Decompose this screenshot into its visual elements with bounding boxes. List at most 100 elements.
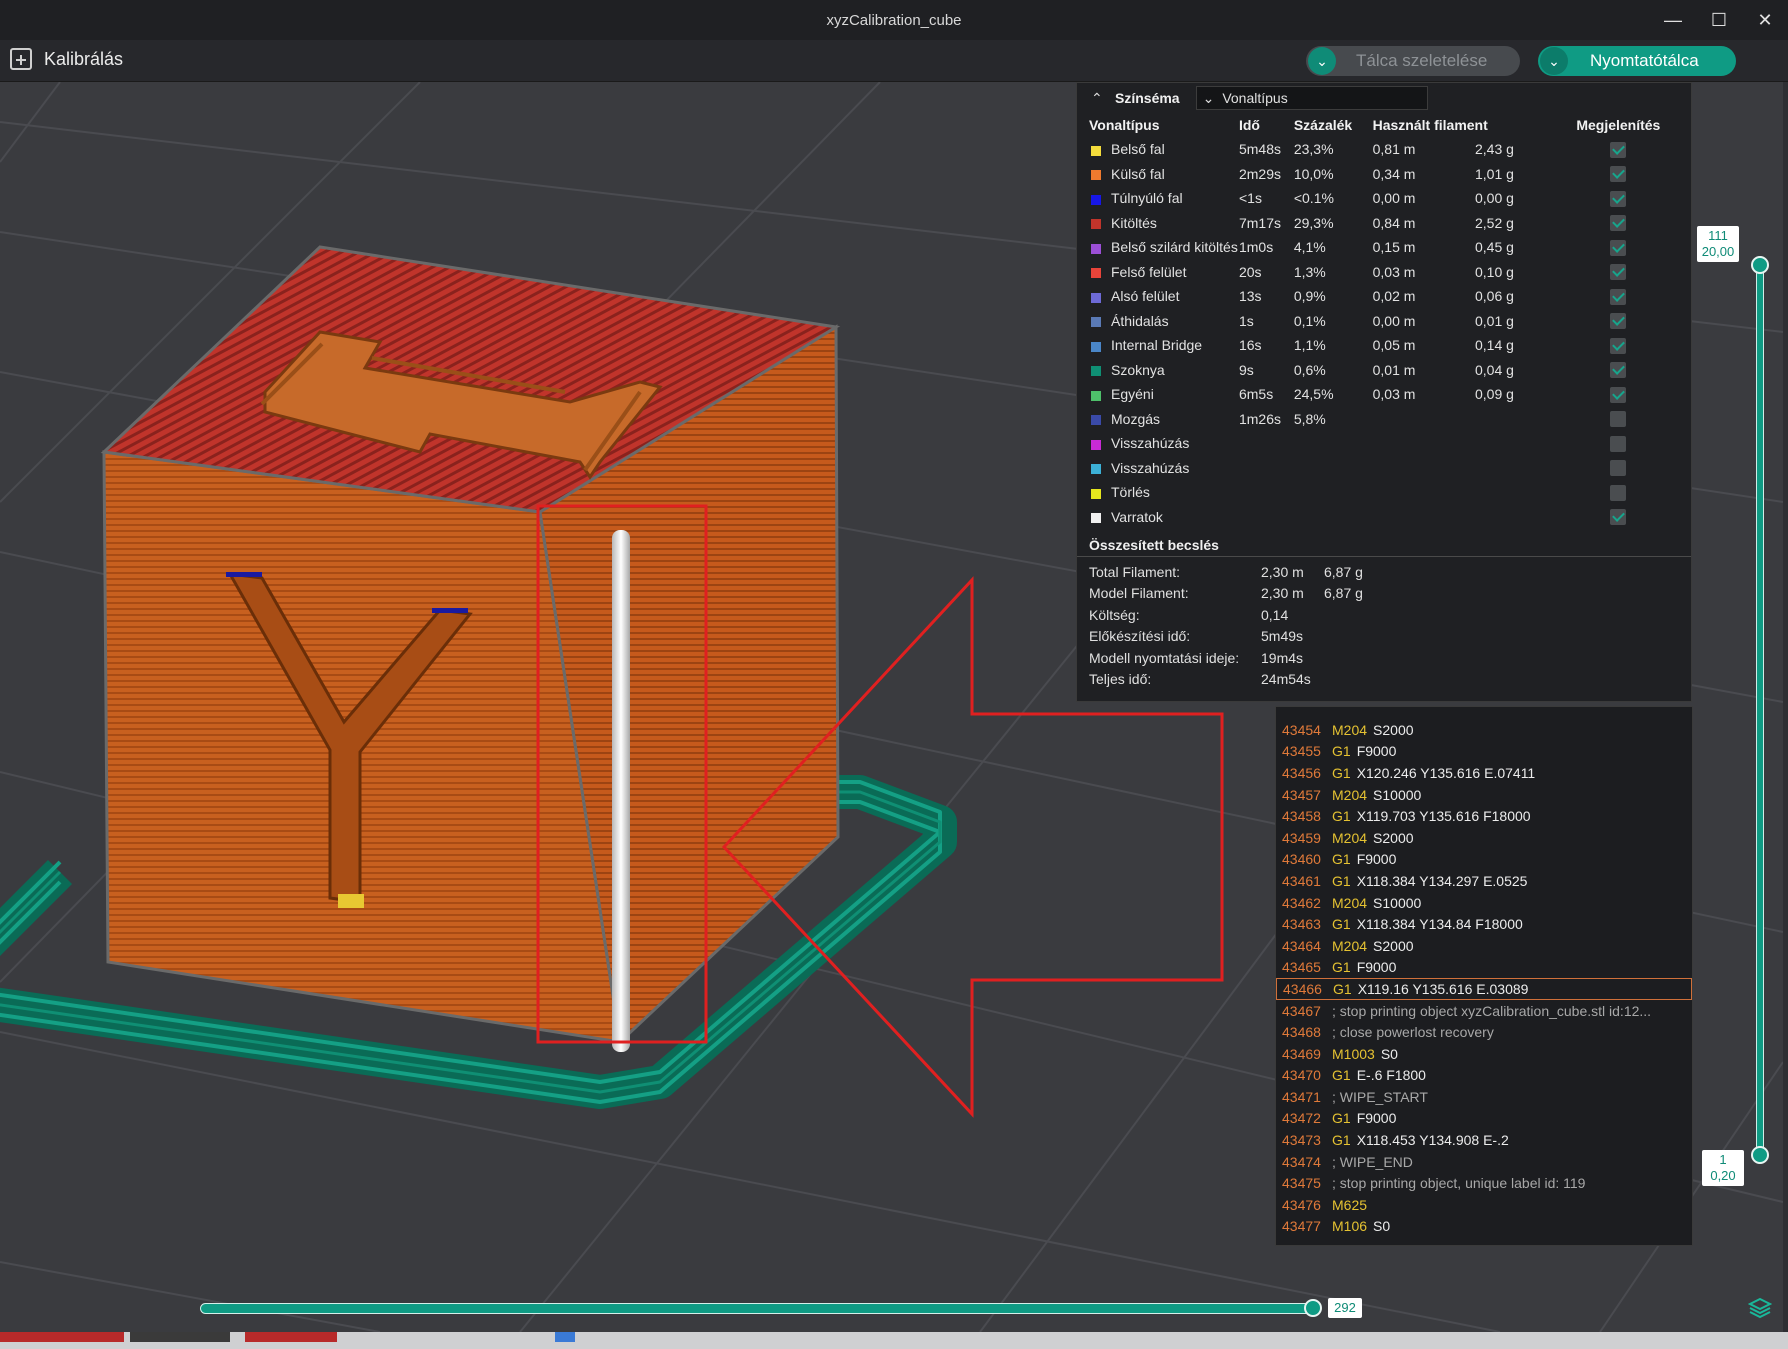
gcode-line[interactable]: 43468 ; close powerlost recovery [1276, 1021, 1692, 1043]
summary-row: Total Filament: 2,30 m 6,87 g [1089, 561, 1691, 583]
visibility-checkbox[interactable] [1610, 386, 1627, 403]
view-type-dropdown[interactable]: ⌄ Vonaltípus [1195, 86, 1428, 110]
gcode-line[interactable]: 43462 M204 S10000 [1276, 892, 1692, 914]
gcode-viewer[interactable]: 43454 M204 S2000 43455 G1 F9000 43456 G1 X120.24… [1275, 706, 1693, 1246]
summary-v1: 2,30 m [1261, 585, 1304, 602]
move-slider-value: 292 [1328, 1298, 1362, 1318]
legend-cell-weight [1475, 456, 1576, 481]
visibility-checkbox[interactable] [1610, 190, 1627, 207]
chevron-down-icon[interactable]: ⌄ [1308, 47, 1336, 75]
gcode-line[interactable]: 43458 G1 X119.703 Y135.616 F18000 [1276, 805, 1692, 827]
summary-v1: 5m49s [1261, 628, 1304, 645]
legend-row: Törlés [1077, 480, 1691, 505]
gcode-line[interactable]: 43470 G1 E-.6 F1800 [1276, 1065, 1692, 1087]
move-slider-handle[interactable] [1304, 1299, 1322, 1317]
visibility-checkbox[interactable] [1610, 337, 1627, 354]
close-icon[interactable]: ✕ [1742, 0, 1788, 40]
gcode-line[interactable]: 43455 G1 F9000 [1276, 741, 1692, 763]
legend-cell-time: 16s [1238, 337, 1262, 354]
gcode-cmd: M106 [1332, 1218, 1368, 1235]
gcode-line[interactable]: 43474 ; WIPE_END [1276, 1151, 1692, 1173]
calibrate-button[interactable]: Kalibrálás [10, 48, 123, 70]
layer-slider-bottom-handle[interactable] [1751, 1146, 1769, 1164]
visibility-checkbox[interactable] [1610, 239, 1627, 256]
gcode-line[interactable]: 43475 ; stop printing object, unique labe… [1276, 1172, 1692, 1194]
gcode-line[interactable]: 43473 G1 X118.453 Y134.908 E-.2 [1276, 1129, 1692, 1151]
legend-row: Külső fal 2m29s 10,0% 0,34 m 1,01 g [1077, 162, 1691, 187]
legend-cell-name: Egyéni [1077, 382, 1239, 407]
visibility-checkbox[interactable] [1610, 264, 1627, 281]
move-slider-track[interactable] [200, 1303, 1318, 1314]
gcode-line[interactable]: 43472 G1 F9000 [1276, 1108, 1692, 1130]
gcode-line[interactable]: 43463 G1 X118.384 Y134.84 F18000 [1276, 913, 1692, 935]
legend-cell-time [1239, 505, 1294, 530]
gcode-cmd: M204 [1332, 829, 1368, 846]
gcode-line[interactable]: 43476 M625 [1276, 1194, 1692, 1216]
color-swatch [1091, 194, 1101, 205]
gcode-args: F9000 [1356, 743, 1397, 760]
bottom-layer-label: 1 0,20 [1702, 1150, 1744, 1186]
visibility-checkbox[interactable] [1610, 411, 1627, 428]
gcode-line[interactable]: 43456 G1 X120.246 Y135.616 E.07411 [1276, 762, 1692, 784]
summary-list: Total Filament: 2,30 m 6,87 g Model Filamen… [1077, 557, 1691, 690]
layer-slider-track[interactable] [1756, 260, 1764, 1155]
legend-cell-name: Törlés [1077, 480, 1239, 505]
slice-plate-button[interactable]: ⌄ Tálca szeletelése [1306, 46, 1520, 76]
color-swatch [1091, 292, 1101, 303]
gcode-line[interactable]: 43465 G1 F9000 [1276, 957, 1692, 979]
maximize-icon[interactable]: ☐ [1696, 0, 1742, 40]
visibility-checkbox[interactable] [1610, 460, 1627, 477]
minimize-icon[interactable]: — [1650, 0, 1696, 40]
gcode-line[interactable]: 43454 M204 S2000 [1276, 719, 1692, 741]
move-slider[interactable] [200, 1298, 1330, 1320]
layer-slider-top-handle[interactable] [1751, 256, 1769, 274]
visibility-checkbox[interactable] [1610, 313, 1627, 330]
gcode-line[interactable]: 43466 G1 X119.16 Y135.616 E.03089 [1276, 978, 1692, 1000]
visibility-checkbox[interactable] [1610, 484, 1627, 501]
color-scheme-title: Színséma [1115, 90, 1180, 106]
color-swatch [1091, 243, 1101, 254]
gcode-n: 43477 [1282, 1218, 1321, 1235]
legend-cell-visibility [1576, 333, 1691, 358]
legend-cell-time: 7m17s [1238, 214, 1282, 231]
visibility-checkbox[interactable] [1610, 435, 1627, 452]
visibility-checkbox[interactable] [1610, 141, 1627, 158]
legend-row: Túlnyúló fal <1s <0.1% 0,00 m 0,00 g [1077, 186, 1691, 211]
print-plate-label: Nyomtatótálca [1590, 51, 1699, 70]
legend-row: Alsó felület 13s 0,9% 0,02 m 0,06 g [1077, 284, 1691, 309]
chevron-down-icon[interactable]: ⌄ [1540, 47, 1568, 75]
layers-icon[interactable] [1748, 1296, 1772, 1320]
collapse-icon[interactable]: ⌃ [1091, 90, 1107, 107]
gcode-line[interactable]: 43457 M204 S10000 [1276, 784, 1692, 806]
legend-cell-pct: 4,1% [1293, 239, 1326, 256]
color-swatch [1091, 464, 1101, 475]
visibility-checkbox[interactable] [1610, 288, 1627, 305]
gcode-line[interactable]: 43460 G1 F9000 [1276, 849, 1692, 871]
gcode-n: 43471 [1282, 1088, 1321, 1105]
gcode-line[interactable]: 43464 M204 S2000 [1276, 935, 1692, 957]
legend-cell-visibility [1576, 260, 1691, 285]
gcode-line[interactable]: 43459 M204 S2000 [1276, 827, 1692, 849]
gcode-n: 43462 [1282, 894, 1321, 911]
visibility-checkbox[interactable] [1610, 166, 1627, 183]
gcode-line[interactable]: 43471 ; WIPE_START [1276, 1086, 1692, 1108]
legend-cell-name: Visszahúzás [1077, 431, 1239, 456]
visibility-checkbox[interactable] [1610, 362, 1627, 379]
gcode-n: 43460 [1282, 851, 1321, 868]
gcode-line[interactable]: 43469 M1003 S0 [1276, 1043, 1692, 1065]
gcode-n: 43476 [1282, 1196, 1321, 1213]
visibility-checkbox[interactable] [1610, 215, 1627, 232]
layer-slider[interactable] [1748, 256, 1772, 1164]
gcode-n: 43465 [1282, 959, 1321, 976]
gcode-line[interactable]: 43461 G1 X118.384 Y134.297 E.0525 [1276, 870, 1692, 892]
gcode-cmd: G1 [1333, 980, 1352, 997]
gcode-line[interactable]: 43467 ; stop printing object xyzCalibrati… [1276, 1000, 1692, 1022]
print-plate-button[interactable]: ⌄ Nyomtatótálca [1538, 46, 1736, 76]
legend-cell-name: Külső fal [1077, 162, 1239, 187]
gcode-line[interactable]: 43477 M106 S0 [1276, 1216, 1692, 1238]
gcode-cmd: G1 [1332, 872, 1351, 889]
summary-k: Model Filament: [1089, 585, 1189, 602]
visibility-checkbox[interactable] [1610, 509, 1627, 526]
summary-v1: 2,30 m [1261, 563, 1304, 580]
legend-cell-len [1373, 505, 1475, 530]
